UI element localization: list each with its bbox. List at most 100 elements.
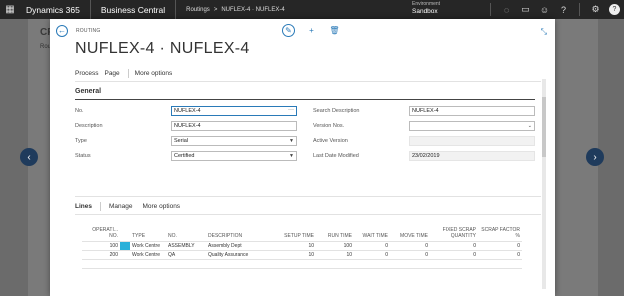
table-row[interactable]: 100 Work Centre ASSEMBLY Assembly Dept 1…: [82, 240, 522, 250]
cell-move-time[interactable]: 0: [390, 240, 430, 250]
page-title: NUFLEX-4 · NUFLEX-4: [75, 40, 250, 57]
help-icon[interactable]: ?: [554, 5, 573, 15]
add-icon[interactable]: +: [305, 24, 318, 37]
breadcrumb-routings[interactable]: Routings: [186, 7, 210, 13]
description-value: NUFLEX-4: [174, 123, 201, 129]
version-nos-label: Version Nos.: [313, 123, 345, 129]
divider: [490, 3, 491, 16]
cell-setup-time[interactable]: 10: [280, 240, 316, 250]
chevron-down-icon: ▼: [289, 153, 294, 159]
divider: [75, 99, 535, 100]
chat-icon[interactable]: ▭: [516, 4, 535, 15]
action-bar: Process Page More options: [75, 69, 178, 78]
divider: [579, 3, 580, 16]
row-selector[interactable]: [120, 249, 130, 259]
status-select[interactable]: Certified ▼: [171, 151, 297, 161]
search-description-label: Search Description: [313, 108, 360, 114]
row-selector[interactable]: [120, 240, 130, 250]
search-description-field[interactable]: NUFLEX-4: [409, 106, 535, 116]
divider: [127, 69, 129, 78]
divider: [75, 81, 541, 82]
previous-record-button[interactable]: ‹: [20, 148, 38, 166]
collapse-icon[interactable]: ⤡: [541, 27, 547, 37]
edit-pencil-icon[interactable]: ✎: [282, 24, 295, 37]
next-record-button[interactable]: ›: [586, 148, 604, 166]
table-row-empty[interactable]: [82, 267, 522, 277]
column-header-fixed-scrap-quantity[interactable]: FIXED SCRAP QUANTITY: [430, 221, 478, 241]
active-version-field: [409, 136, 535, 146]
last-date-modified-value: 23/02/2019: [412, 153, 440, 159]
table-row[interactable]: 200 Work Centre QA Quality Assurance 10 …: [82, 249, 522, 259]
settings-icon[interactable]: ⚙: [586, 4, 605, 15]
column-header-description[interactable]: DESCRIPTION: [206, 221, 280, 241]
cell-operation-no[interactable]: 200: [82, 249, 120, 259]
scrollbar-thumb[interactable]: [542, 97, 546, 157]
cell-scrap-factor[interactable]: 0: [478, 240, 522, 250]
search-description-value: NUFLEX-4: [412, 108, 439, 114]
cell-scrap-factor[interactable]: 0: [478, 249, 522, 259]
divider: [75, 214, 541, 215]
card-breadcrumb: ROUTING: [76, 28, 101, 34]
type-label: Type: [75, 138, 87, 144]
description-field[interactable]: NUFLEX-4: [171, 121, 297, 131]
cell-wait-time[interactable]: 0: [354, 240, 390, 250]
column-header-operation-no[interactable]: OPERATI... NO.: [82, 221, 120, 241]
general-heading[interactable]: General: [75, 88, 101, 95]
cell-setup-time[interactable]: 10: [280, 249, 316, 259]
column-header-run-time[interactable]: RUN TIME: [316, 221, 354, 241]
cell-wait-time[interactable]: 0: [354, 249, 390, 259]
cell-run-time[interactable]: 10: [316, 249, 354, 259]
brand-label[interactable]: Dynamics 365: [20, 0, 91, 19]
cell-description[interactable]: Quality Assurance: [206, 249, 280, 259]
last-date-modified-label: Last Date Modified: [313, 153, 359, 159]
table-header-row: OPERATI... NO. TYPE NO. DESCRIPTION SETU…: [82, 221, 522, 241]
type-select[interactable]: Serial ▼: [171, 136, 297, 146]
column-header-setup-time[interactable]: SETUP TIME: [280, 221, 316, 241]
smiley-icon[interactable]: ☺: [535, 5, 554, 15]
delete-trash-icon[interactable]: 🗑: [328, 24, 341, 37]
avatar[interactable]: ?: [609, 4, 620, 15]
cell-move-time[interactable]: 0: [390, 249, 430, 259]
back-arrow-icon[interactable]: ←: [56, 25, 68, 37]
lookup-ellipsis-icon[interactable]: ···: [288, 106, 294, 114]
cell-description[interactable]: Assembly Dept: [206, 240, 280, 250]
column-header-no[interactable]: NO.: [166, 221, 206, 241]
app-name[interactable]: Business Central: [91, 0, 177, 19]
description-label: Description: [75, 123, 103, 129]
divider: [75, 196, 541, 197]
chevron-down-icon: ▼: [289, 138, 294, 144]
column-header-scrap-factor[interactable]: SCRAP FACTOR %: [478, 221, 522, 241]
column-header-wait-time[interactable]: WAIT TIME: [354, 221, 390, 241]
cell-fixed-scrap-quantity[interactable]: 0: [430, 240, 478, 250]
action-more-options[interactable]: More options: [135, 70, 179, 77]
lightbulb-icon[interactable]: ◌: [497, 5, 516, 15]
type-value: Serial: [174, 138, 189, 144]
column-header-type[interactable]: TYPE: [130, 221, 166, 241]
action-page[interactable]: Page: [104, 70, 125, 77]
cell-operation-no[interactable]: 100: [82, 240, 120, 250]
app-launcher-icon[interactable]: ▦: [0, 0, 20, 19]
lines-more-options-action[interactable]: More options: [142, 203, 180, 210]
active-version-label: Active Version: [313, 138, 348, 144]
lines-action-bar: Lines Manage More options: [75, 202, 190, 211]
routing-card: ← ROUTING ✎ + 🗑 ⤡ NUFLEX-4 · NUFLEX-4 Pr…: [50, 19, 555, 296]
no-field[interactable]: NUFLEX-4 ···: [171, 106, 297, 116]
version-nos-select[interactable]: ⌄: [409, 121, 535, 131]
breadcrumb-current: NUFLEX-4 · NUFLEX-4: [221, 6, 285, 13]
cell-type[interactable]: Work Centre: [130, 249, 166, 259]
breadcrumb-separator: >: [213, 6, 218, 13]
cell-fixed-scrap-quantity[interactable]: 0: [430, 249, 478, 259]
lines-heading[interactable]: Lines: [75, 203, 92, 210]
cell-no[interactable]: ASSEMBLY: [166, 240, 206, 250]
column-header-move-time[interactable]: MOVE TIME: [390, 221, 430, 241]
environment-value: Sandbox: [412, 8, 438, 15]
cell-run-time[interactable]: 100: [316, 240, 354, 250]
table-row-empty[interactable]: [82, 258, 522, 268]
lines-manage-action[interactable]: Manage: [109, 203, 133, 210]
scrollbar[interactable]: [542, 79, 546, 289]
top-bar: ▦ Dynamics 365 Business Central Routings…: [0, 0, 624, 19]
action-process[interactable]: Process: [75, 70, 104, 77]
cell-type[interactable]: Work Centre: [130, 240, 166, 250]
cell-no[interactable]: QA: [166, 249, 206, 259]
breadcrumb: Routings > NUFLEX-4 · NUFLEX-4: [176, 7, 285, 13]
